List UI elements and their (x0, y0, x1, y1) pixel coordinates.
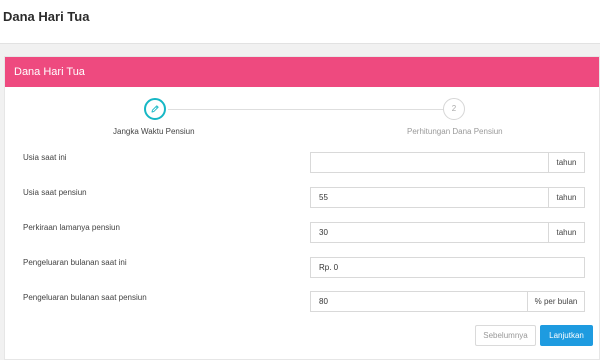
retirement-expense-unit: % per bulan (527, 292, 584, 311)
current-age-field: tahun (310, 152, 585, 173)
step-2-label: Perhitungan Dana Pensiun (407, 127, 503, 136)
retirement-age-unit: tahun (548, 188, 584, 207)
current-expense-input[interactable] (311, 258, 584, 277)
step-1-label: Jangka Waktu Pensiun (113, 127, 195, 136)
retirement-age-field: tahun (310, 187, 585, 208)
retirement-age-input[interactable] (311, 188, 549, 207)
retirement-duration-field: tahun (310, 222, 585, 243)
form-card: Dana Hari Tua 2 Jangka Waktu Pensiun Per… (4, 56, 600, 360)
card-header: Dana Hari Tua (5, 57, 599, 87)
retirement-expense-input[interactable] (311, 292, 528, 311)
stepper: 2 Jangka Waktu Pensiun Perhitungan Dana … (5, 97, 599, 141)
current-expense-label: Pengeluaran bulanan saat ini (23, 258, 127, 267)
step-connector (168, 109, 458, 110)
page-header: Dana Hari Tua (0, 0, 600, 44)
next-button[interactable]: Lanjutkan (540, 325, 593, 346)
retirement-expense-label: Pengeluaran bulanan saat pensiun (23, 293, 147, 302)
previous-button[interactable]: Sebelumnya (475, 325, 536, 346)
page-title: Dana Hari Tua (3, 9, 90, 24)
pencil-icon (151, 105, 159, 113)
step-1-indicator[interactable] (144, 98, 166, 120)
step-2-indicator[interactable]: 2 (443, 98, 465, 120)
retirement-expense-field: % per bulan (310, 291, 585, 312)
retirement-duration-label: Perkiraan lamanya pensiun (23, 223, 120, 232)
retirement-duration-unit: tahun (548, 223, 584, 242)
current-age-input[interactable] (311, 153, 549, 172)
current-age-unit: tahun (548, 153, 584, 172)
retirement-age-label: Usia saat pensiun (23, 188, 87, 197)
retirement-duration-input[interactable] (311, 223, 549, 242)
current-age-label: Usia saat ini (23, 153, 67, 162)
current-expense-field (310, 257, 585, 278)
